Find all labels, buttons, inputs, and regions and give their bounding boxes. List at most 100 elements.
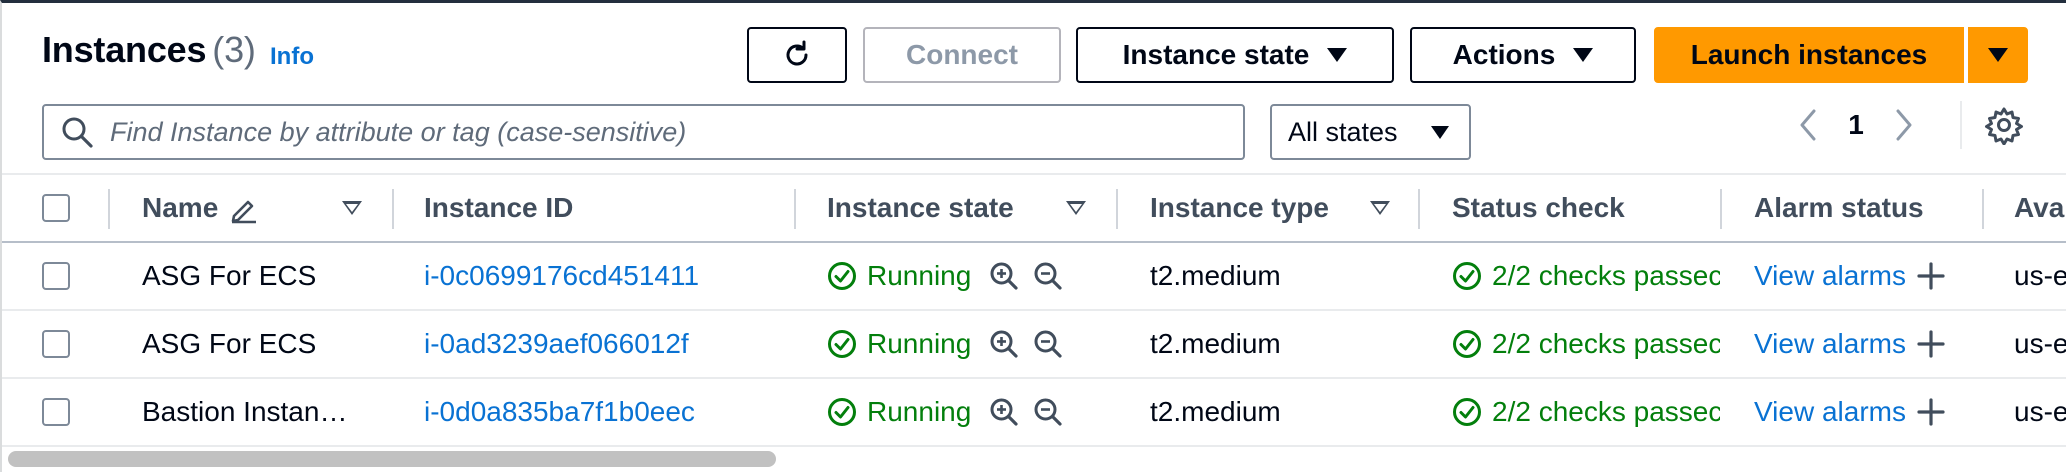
state-filter-select[interactable]: All states <box>1270 104 1471 160</box>
zoom-out-icon[interactable] <box>1033 261 1063 291</box>
chevron-right-icon <box>1896 109 1912 141</box>
caret-down-icon <box>1573 48 1594 62</box>
table-row[interactable]: ASG For ECS i-0ad3239aef066012f Running <box>2 311 2066 379</box>
instance-state-dropdown-label: Instance state <box>1122 39 1310 70</box>
actions-dropdown[interactable]: Actions <box>1410 27 1636 83</box>
column-divider <box>1418 189 1420 229</box>
instance-id-link[interactable]: i-0ad3239aef066012f <box>424 311 689 377</box>
scrollbar-thumb[interactable] <box>8 451 776 467</box>
status-check-cell: 2/2 checks passec <box>1452 379 1720 445</box>
instance-state-text: Running <box>867 328 972 359</box>
info-link[interactable]: Info <box>270 43 314 71</box>
instances-page: Instances (3) Info Connect Instance state… <box>0 0 2066 472</box>
plus-icon[interactable] <box>1916 261 1946 291</box>
column-header-availability-zone[interactable]: Avai <box>2014 175 2066 241</box>
table-row[interactable]: ASG For ECS i-0c0699176cd451411 Running <box>2 243 2066 311</box>
zoom-in-icon[interactable] <box>989 329 1019 359</box>
column-header-alarm-status-label: Alarm status <box>1754 192 1924 223</box>
column-divider <box>108 189 110 229</box>
row-checkbox[interactable] <box>42 262 70 290</box>
refresh-icon <box>786 40 808 66</box>
caret-down-icon <box>1370 201 1390 215</box>
availability-zone: us-e <box>2014 396 2066 427</box>
status-check-text: 2/2 checks passec <box>1492 260 1720 291</box>
zoom-out-icon[interactable] <box>1033 397 1063 427</box>
connect-button[interactable]: Connect <box>863 27 1061 83</box>
column-divider <box>1116 189 1118 229</box>
instance-state-cell: Running <box>827 311 1063 377</box>
caret-down-icon <box>342 201 362 215</box>
zoom-in-icon[interactable] <box>989 261 1019 291</box>
connect-button-label: Connect <box>906 39 1018 70</box>
instances-header: Instances (3) Info Connect Instance state… <box>2 3 2066 173</box>
instances-table: Name Instance ID Instance state Instance… <box>2 173 2066 447</box>
status-check-text: 2/2 checks passec <box>1492 328 1720 359</box>
instance-type: t2.medium <box>1150 396 1281 427</box>
caret-down-icon <box>1066 201 1086 215</box>
search-input[interactable] <box>108 115 1208 149</box>
zoom-in-icon[interactable] <box>989 397 1019 427</box>
instance-id-link[interactable]: i-0d0a835ba7f1b0eec <box>424 379 695 445</box>
select-all-checkbox[interactable] <box>42 194 70 222</box>
column-header-instance-state[interactable]: Instance state <box>827 175 1014 241</box>
name-filter-caret[interactable] <box>342 175 362 241</box>
row-select-cell <box>42 311 70 377</box>
type-filter-caret[interactable] <box>1370 175 1390 241</box>
row-select-cell <box>42 379 70 445</box>
refresh-button[interactable] <box>747 27 847 83</box>
instance-count: (3) <box>212 29 256 70</box>
instance-name: ASG For ECS <box>142 328 317 359</box>
state-filter-caret[interactable] <box>1066 175 1086 241</box>
column-header-instance-id-label: Instance ID <box>424 192 574 223</box>
alarm-status-cell: View alarms <box>1754 379 1946 445</box>
instance-state-dropdown[interactable]: Instance state <box>1076 27 1394 83</box>
column-header-alarm-status[interactable]: Alarm status <box>1754 175 1924 241</box>
status-check-text: 2/2 checks passec <box>1492 396 1720 427</box>
column-header-instance-id[interactable]: Instance ID <box>424 175 573 241</box>
check-circle-icon <box>1453 398 1481 426</box>
column-divider <box>794 189 796 229</box>
select-all-cell <box>42 175 70 241</box>
launch-instances-button[interactable]: Launch instances <box>1654 27 1964 83</box>
view-alarms-link[interactable]: View alarms <box>1754 260 1906 292</box>
row-checkbox[interactable] <box>42 330 70 358</box>
actions-dropdown-label: Actions <box>1452 39 1556 70</box>
column-header-status-check-label: Status check <box>1452 192 1625 223</box>
zoom-out-icon[interactable] <box>1033 329 1063 359</box>
search-field[interactable] <box>42 104 1245 160</box>
search-icon <box>62 117 93 148</box>
row-select-cell <box>42 243 70 309</box>
caret-down-icon <box>1988 48 2008 62</box>
gear-icon[interactable] <box>1984 105 2024 145</box>
column-header-instance-type-label: Instance type <box>1150 192 1329 223</box>
column-divider <box>392 189 394 229</box>
availability-zone: us-e <box>2014 328 2066 359</box>
row-checkbox[interactable] <box>42 398 70 426</box>
table-header: Name Instance ID Instance state Instance… <box>2 175 2066 243</box>
next-page-button[interactable] <box>1884 101 1924 149</box>
plus-icon[interactable] <box>1916 397 1946 427</box>
state-filter-value: All states <box>1288 116 1398 147</box>
check-circle-icon <box>1453 262 1481 290</box>
check-circle-icon <box>828 398 856 426</box>
previous-page-button[interactable] <box>1788 101 1828 149</box>
instance-id-link[interactable]: i-0c0699176cd451411 <box>424 243 699 309</box>
view-alarms-link[interactable]: View alarms <box>1754 328 1906 360</box>
horizontal-scrollbar[interactable] <box>2 447 2066 472</box>
launch-instances-menu-button[interactable] <box>1968 27 2028 83</box>
table-row[interactable]: Bastion Instan… i-0d0a835ba7f1b0eec Runn… <box>2 379 2066 447</box>
column-header-status-check[interactable]: Status check <box>1452 175 1625 241</box>
caret-down-icon <box>1431 125 1449 139</box>
column-header-instance-type[interactable]: Instance type <box>1150 175 1329 241</box>
instance-type: t2.medium <box>1150 328 1281 359</box>
plus-icon[interactable] <box>1916 329 1946 359</box>
column-divider <box>1982 189 1984 229</box>
page-title-text: Instances <box>42 29 207 70</box>
instance-name: Bastion Instan… <box>142 396 348 427</box>
instance-state-cell: Running <box>827 243 1063 309</box>
view-alarms-link[interactable]: View alarms <box>1754 396 1906 428</box>
page-number[interactable]: 1 <box>1828 109 1884 141</box>
instance-name: ASG For ECS <box>142 260 317 291</box>
column-header-instance-state-label: Instance state <box>827 192 1014 223</box>
chevron-left-icon <box>1800 109 1816 141</box>
